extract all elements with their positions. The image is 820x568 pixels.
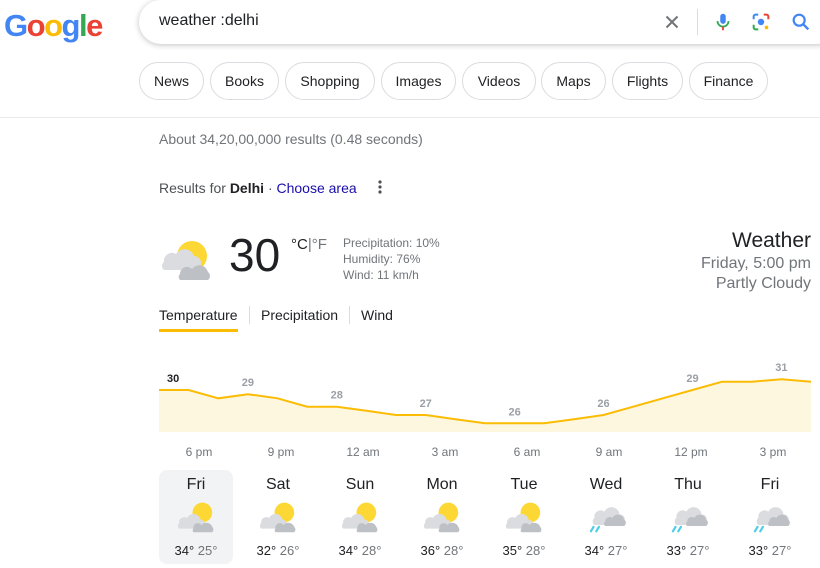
forecast-high: 34° xyxy=(584,543,605,558)
forecast-high: 35° xyxy=(502,543,523,558)
chart-data-label: 28 xyxy=(331,390,343,402)
forecast-day-name: Tue xyxy=(510,476,538,493)
chart-data-label: 29 xyxy=(686,373,698,385)
partly-cloudy-icon xyxy=(423,502,460,533)
forecast-high: 32° xyxy=(256,543,277,558)
chart-x-tick-label: 6 pm xyxy=(185,445,213,459)
forecast-temps: 36° 28° xyxy=(405,543,479,558)
chart-x-tick-label: 12 am xyxy=(346,445,380,459)
partly-cloudy-icon xyxy=(341,502,378,533)
forecast-day[interactable]: Thu 33° 27° xyxy=(651,470,725,564)
forecast-temps: 32° 26° xyxy=(241,543,315,558)
chart-data-label: 30 xyxy=(167,373,179,385)
chart-x-tick-label: 9 am xyxy=(595,445,623,459)
partly-cloudy-icon xyxy=(259,502,296,533)
chart-data-label: 31 xyxy=(775,362,787,374)
forecast-low: 27° xyxy=(768,543,792,558)
forecast-low: 25° xyxy=(194,543,218,558)
forecast-day-name: Sat xyxy=(265,476,290,493)
chart-x-tick-label: 12 pm xyxy=(674,445,708,459)
forecast-high: 36° xyxy=(420,543,441,558)
forecast-day-name: Wed xyxy=(589,476,623,493)
forecast-day-name: Fri xyxy=(760,476,780,493)
forecast-low: 27° xyxy=(604,543,628,558)
forecast-high: 34° xyxy=(338,543,359,558)
chart-x-tick-label: 6 am xyxy=(513,445,541,459)
forecast-temps: 34° 28° xyxy=(323,543,397,558)
forecast-temps: 33° 27° xyxy=(733,543,807,558)
rain-icon xyxy=(753,507,790,533)
forecast-day[interactable]: Fri 34° 25° xyxy=(159,470,233,564)
forecast-temps: 34° 27° xyxy=(569,543,643,558)
forecast-temps: 35° 28° xyxy=(487,543,561,558)
forecast-low: 28° xyxy=(358,543,382,558)
forecast-day-name: Fri xyxy=(186,476,206,493)
chart-data-label: 29 xyxy=(242,377,254,389)
rain-icon xyxy=(671,507,708,533)
forecast-high: 33° xyxy=(748,543,769,558)
chart-data-label: 26 xyxy=(597,398,609,410)
forecast-day-name: Mon xyxy=(426,476,458,493)
forecast-day[interactable]: Fri 33° 27° xyxy=(733,470,807,564)
forecast-day[interactable]: Mon 36° 28° xyxy=(405,470,479,564)
forecast-day[interactable]: Wed 34° 27° xyxy=(569,470,643,564)
chart-data-label: 27 xyxy=(420,398,432,410)
forecast-day-name: Sun xyxy=(345,476,375,493)
chart-x-tick-label: 3 am xyxy=(431,445,459,459)
forecast-low: 26° xyxy=(276,543,300,558)
forecast-temps: 33° 27° xyxy=(651,543,725,558)
forecast-day-name: Thu xyxy=(674,476,702,493)
forecast-low: 27° xyxy=(686,543,710,558)
forecast-high: 34° xyxy=(174,543,195,558)
forecast-day[interactable]: Tue 35° 28° xyxy=(487,470,561,564)
forecast-low: 28° xyxy=(522,543,546,558)
forecast-low: 28° xyxy=(440,543,464,558)
forecast-day[interactable]: Sat 32° 26° xyxy=(241,470,315,564)
forecast-day[interactable]: Sun 34° 28° xyxy=(323,470,397,564)
partly-cloudy-icon xyxy=(177,502,214,533)
forecast-temps: 34° 25° xyxy=(159,543,233,558)
forecast-high: 33° xyxy=(666,543,687,558)
partly-cloudy-icon xyxy=(505,502,542,533)
chart-x-tick-label: 9 pm xyxy=(267,445,295,459)
chart-data-label: 26 xyxy=(508,406,520,418)
rain-icon xyxy=(589,507,626,533)
chart-x-tick-label: 3 pm xyxy=(759,445,787,459)
